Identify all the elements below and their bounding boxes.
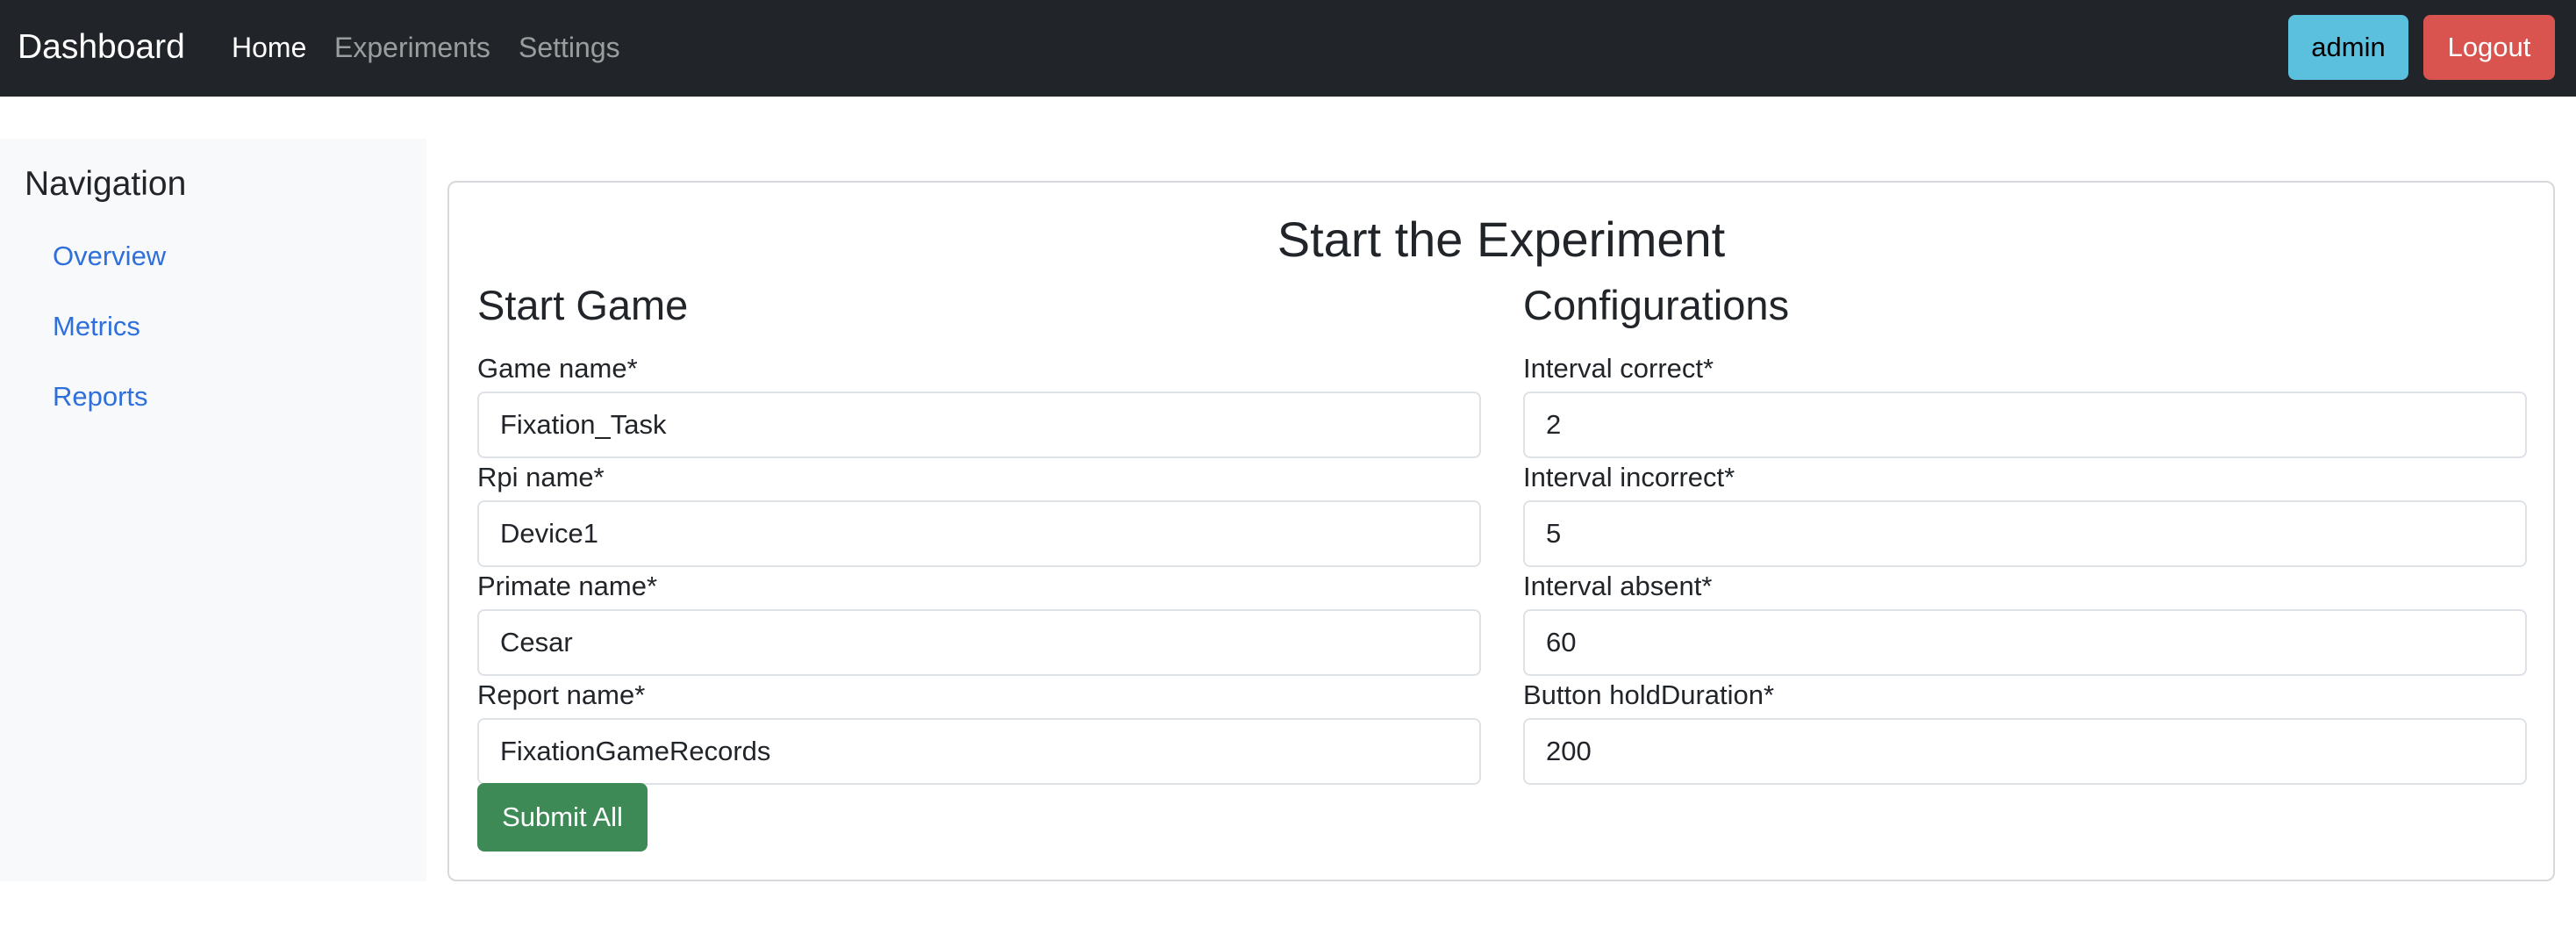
rpi-name-label: Rpi name* <box>477 462 605 492</box>
top-navbar: Dashboard Home Experiments Settings admi… <box>0 0 2576 97</box>
sidebar-item-overview[interactable]: Overview <box>53 239 166 274</box>
brand-link[interactable]: Dashboard <box>18 26 185 68</box>
interval-absent-label: Interval absent* <box>1523 571 1713 601</box>
report-name-label: Report name* <box>477 679 646 710</box>
primate-name-label: Primate name* <box>477 571 658 601</box>
admin-user-button[interactable]: admin <box>2288 15 2408 80</box>
start-game-heading: Start Game <box>477 282 689 328</box>
interval-incorrect-label: Interval incorrect* <box>1523 462 1735 492</box>
page-title: Start the Experiment <box>1277 212 1726 267</box>
button-hold-duration-input[interactable] <box>1523 718 2527 785</box>
sidebar-item-reports[interactable]: Reports <box>53 379 148 414</box>
nav-link-experiments[interactable]: Experiments <box>334 30 490 65</box>
report-name-input[interactable] <box>477 718 1481 785</box>
game-name-input[interactable] <box>477 392 1481 458</box>
sidebar-title: Navigation <box>25 165 187 203</box>
game-name-label: Game name* <box>477 353 638 384</box>
primate-name-input[interactable] <box>477 609 1481 676</box>
interval-absent-input[interactable] <box>1523 609 2527 676</box>
rpi-name-input[interactable] <box>477 500 1481 567</box>
button-hold-duration-label: Button holdDuration* <box>1523 679 1775 710</box>
configurations-heading: Configurations <box>1523 282 1790 328</box>
nav-link-settings[interactable]: Settings <box>519 30 620 65</box>
logout-button[interactable]: Logout <box>2423 15 2555 80</box>
nav-link-home[interactable]: Home <box>232 30 306 65</box>
experiment-card: Start the Experiment Start Game Game nam… <box>447 181 2555 881</box>
submit-all-button[interactable]: Submit All <box>477 783 648 852</box>
sidebar: Navigation Overview Metrics Reports <box>0 139 426 881</box>
sidebar-item-metrics[interactable]: Metrics <box>53 309 140 344</box>
interval-correct-input[interactable] <box>1523 392 2527 458</box>
interval-correct-label: Interval correct* <box>1523 353 1714 384</box>
interval-incorrect-input[interactable] <box>1523 500 2527 567</box>
